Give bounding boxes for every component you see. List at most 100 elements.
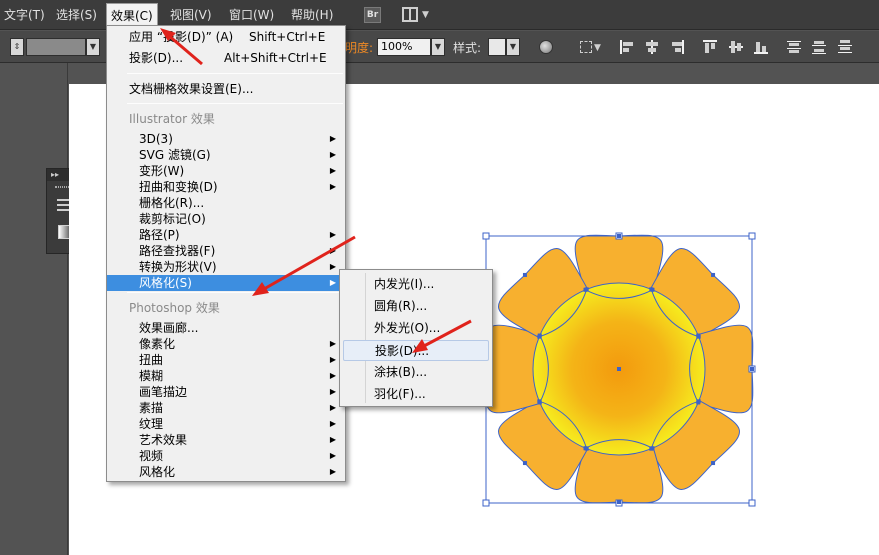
graphic-style-dropdown[interactable]: ▼ (506, 38, 520, 56)
menu-item-photoshop-effect[interactable]: 画笔描边 ▶ (107, 384, 345, 400)
menu-item-label: 扭曲和变换(D) (139, 180, 218, 194)
menu-item-illustrator-effect[interactable]: SVG 滤镜(G) ▶ (107, 147, 345, 163)
menu-item-apply-last-effect[interactable]: 应用 “投影(D)” (A) Shift+Ctrl+E (107, 29, 345, 45)
stroke-weight-dropdown[interactable]: ▼ (86, 38, 100, 56)
align-bottom-icon[interactable] (754, 40, 768, 54)
menu-item-label: 艺术效果 (139, 433, 188, 447)
last-effect-shortcut: Alt+Shift+Ctrl+E (224, 51, 327, 65)
menu-separator (127, 103, 343, 104)
menu-item-label: 素描 (139, 401, 164, 415)
align-horizontal-center-icon[interactable] (645, 40, 659, 54)
tools-panel-area (0, 63, 68, 555)
align-vertical-center-icon[interactable] (729, 40, 743, 54)
menu-item-last-effect[interactable]: 投影(D)... Alt+Shift+Ctrl+E (107, 50, 345, 66)
distribute-vertical-center-icon[interactable] (812, 40, 826, 54)
menu-item-label: 变形(W) (139, 164, 185, 178)
submenu-arrow-icon: ▶ (329, 166, 336, 175)
menu-item-label: 纹理 (139, 417, 164, 431)
recolor-artwork-icon[interactable] (539, 40, 553, 54)
submenu-arrow-icon: ▶ (329, 435, 336, 444)
menu-type[interactable]: 文字(T) (0, 0, 49, 30)
graphic-style-swatch[interactable] (488, 38, 506, 56)
distribute-bottom-icon[interactable] (838, 40, 852, 54)
menu-item-label: 画笔描边 (139, 385, 188, 399)
menu-item-label: 像素化 (139, 337, 176, 351)
align-left-icon[interactable] (620, 40, 634, 54)
menu-item-photoshop-effect[interactable]: 纹理 ▶ (107, 416, 345, 432)
menu-item-illustrator-effect[interactable]: 路径(P) ▶ (107, 227, 345, 243)
submenu-item-label: 外发光(O)... (374, 321, 441, 335)
submenu-arrow-icon: ▶ (329, 182, 336, 191)
arrange-dropdown-icon[interactable]: ▼ (422, 10, 429, 20)
last-effect-label: 投影(D)... (129, 51, 184, 65)
submenu-arrow-icon: ▶ (329, 150, 336, 159)
submenu-arrow-icon: ▶ (329, 246, 336, 255)
submenu-arrow-icon: ▶ (329, 403, 336, 412)
menu-item-label: 栅格化(R)... (139, 196, 205, 210)
menu-item-photoshop-effect[interactable]: 视频 ▶ (107, 448, 345, 464)
menu-item-label: 路径(P) (139, 228, 180, 242)
menu-item-illustrator-effect[interactable]: 路径查找器(F) ▶ (107, 243, 345, 259)
submenu-item-label: 内发光(I)... (374, 277, 435, 291)
opacity-dropdown[interactable]: ▼ (431, 38, 445, 56)
menu-item-label: SVG 滤镜(G) (139, 148, 211, 162)
menu-item-label: 转换为形状(V) (139, 260, 217, 274)
menu-item-label: 扭曲 (139, 353, 164, 367)
submenu-item-stylize-effect[interactable]: 外发光(O)... (343, 318, 489, 339)
select-similar-dropdown-icon[interactable]: ▼ (594, 43, 601, 53)
menu-item-label: 路径查找器(F) (139, 244, 216, 258)
menu-item-label: 风格化(S) (139, 276, 192, 290)
menu-item-illustrator-effect[interactable]: 变形(W) ▶ (107, 163, 345, 179)
submenu-arrow-icon: ▶ (329, 467, 336, 476)
submenu-item-stylize-effect[interactable]: 羽化(F)... (343, 384, 489, 405)
menu-item-illustrator-effect[interactable]: 扭曲和变换(D) ▶ (107, 179, 345, 195)
submenu-arrow-icon: ▶ (329, 419, 336, 428)
menu-item-illustrator-effect[interactable]: 3D(3) ▶ (107, 131, 345, 147)
submenu-item-stylize-effect[interactable]: 投影(D)... (343, 340, 489, 361)
submenu-arrow-icon: ▶ (329, 278, 336, 287)
raster-settings-label: 文档栅格效果设置(E)... (129, 82, 254, 96)
menu-item-photoshop-effect[interactable]: 模糊 ▶ (107, 368, 345, 384)
menu-item-raster-settings[interactable]: 文档栅格效果设置(E)... (107, 81, 345, 97)
apply-last-effect-label: 应用 “投影(D)” (A) (129, 30, 234, 44)
stroke-weight-field[interactable] (26, 38, 86, 56)
apply-last-effect-shortcut: Shift+Ctrl+E (249, 30, 326, 44)
submenu-arrow-icon: ▶ (329, 451, 336, 460)
menu-item-photoshop-effect[interactable]: 效果画廊... (107, 320, 345, 336)
illustrator-effects-header: Illustrator 效果 (107, 111, 345, 127)
menu-item-illustrator-effect[interactable]: 栅格化(R)... (107, 195, 345, 211)
menu-item-illustrator-effect[interactable]: 转换为形状(V) ▶ (107, 259, 345, 275)
submenu-item-label: 投影(D)... (375, 344, 430, 358)
menu-select[interactable]: 选择(S) (52, 0, 101, 30)
menu-item-label: 3D(3) (139, 132, 173, 146)
select-similar-icon[interactable] (580, 41, 592, 53)
submenu-item-stylize-effect[interactable]: 涂抹(B)... (343, 362, 489, 383)
menu-item-label: 模糊 (139, 369, 164, 383)
expand-panels-icon[interactable]: ▸▸ (51, 169, 59, 181)
submenu-arrow-icon: ▶ (329, 262, 336, 271)
menu-item-label: 裁剪标记(O) (139, 212, 206, 226)
menu-item-label: 风格化 (139, 465, 176, 479)
style-label: 样式: (453, 41, 482, 55)
stroke-stepper[interactable]: ⇕ (10, 38, 24, 56)
menu-item-photoshop-effect[interactable]: 素描 ▶ (107, 400, 345, 416)
menu-item-photoshop-effect[interactable]: 艺术效果 ▶ (107, 432, 345, 448)
submenu-item-stylize-effect[interactable]: 圆角(R)... (343, 296, 489, 317)
effect-menu: 应用 “投影(D)” (A) Shift+Ctrl+E 投影(D)... Alt… (106, 25, 346, 482)
distribute-top-icon[interactable] (787, 40, 801, 54)
arrange-documents-icon[interactable] (402, 7, 418, 22)
submenu-arrow-icon: ▶ (329, 230, 336, 239)
opacity-field[interactable]: 100% (377, 38, 431, 56)
menu-item-photoshop-effect[interactable]: 像素化 ▶ (107, 336, 345, 352)
align-top-icon[interactable] (703, 40, 717, 54)
menu-item-photoshop-effect[interactable]: 扭曲 ▶ (107, 352, 345, 368)
illustrator-effects-header-label: Illustrator 效果 (129, 112, 215, 126)
menu-item-photoshop-effect[interactable]: 风格化 ▶ (107, 464, 345, 480)
menu-item-illustrator-effect[interactable]: 风格化(S) ▶ (107, 275, 345, 291)
menu-separator (127, 73, 343, 74)
menu-item-illustrator-effect[interactable]: 裁剪标记(O) (107, 211, 345, 227)
submenu-item-stylize-effect[interactable]: 内发光(I)... (343, 274, 489, 295)
bridge-button[interactable]: Br (364, 7, 381, 23)
photoshop-effects-header: Photoshop 效果 (107, 300, 345, 316)
align-right-icon[interactable] (670, 40, 684, 54)
